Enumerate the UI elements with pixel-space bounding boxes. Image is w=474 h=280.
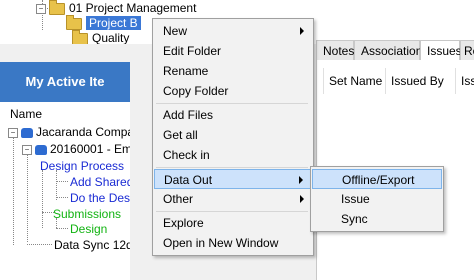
menu-separator (156, 103, 308, 104)
menu-item-edit-folder[interactable]: Edit Folder (154, 41, 312, 61)
menu-item-label: Open in New Window (163, 236, 279, 250)
collapse-icon[interactable]: − (8, 127, 18, 138)
menu-item-explore[interactable]: Explore (154, 213, 312, 233)
menu-item-get-all[interactable]: Get all (154, 125, 312, 145)
tree-line (56, 170, 57, 200)
tab-notes[interactable]: Notes (316, 40, 354, 60)
submenu-arrow-icon (300, 195, 304, 203)
project-icon (35, 144, 47, 155)
menu-item-copy-folder[interactable]: Copy Folder (154, 81, 312, 101)
name-column-header[interactable]: Name (0, 104, 130, 124)
context-menu: New Edit Folder Rename Copy Folder Add F… (152, 18, 314, 256)
tab-issues[interactable]: Issues (420, 40, 462, 60)
column-header-set-name[interactable]: Set Name (323, 68, 385, 94)
column-header-issued-by[interactable]: Issued By (385, 68, 455, 94)
menu-item-new[interactable]: New (154, 21, 312, 41)
collapse-icon[interactable]: − (36, 3, 46, 14)
tree-line (13, 135, 14, 245)
menu-item-label: Other (163, 192, 194, 206)
tree-line (27, 244, 52, 245)
submenu-arrow-icon (299, 176, 303, 184)
tree-node-label: Design (70, 222, 108, 236)
menu-separator (156, 211, 308, 212)
collapse-icon[interactable]: − (22, 144, 32, 155)
tab-overflow[interactable]: Re (460, 40, 474, 60)
tree-node-project-management[interactable]: − 01 Project Management (36, 0, 196, 16)
menu-item-label: Data Out (164, 173, 213, 187)
menu-item-check-in[interactable]: Check in (154, 145, 312, 165)
tree-node-label: Design Process (40, 159, 125, 173)
data-out-submenu: Offline/Export Issue Sync (310, 166, 444, 232)
tree-node-label: 01 Project Management (69, 1, 197, 15)
menu-item-add-files[interactable]: Add Files (154, 105, 312, 125)
tree-node-design-process[interactable]: Design Process (40, 158, 124, 174)
active-items-header: My Active Ite (0, 62, 130, 102)
tree-node-project-b[interactable]: Project B (66, 14, 141, 31)
detail-tabs: Notes Associations Issues Re (316, 40, 474, 60)
tree-node-design[interactable]: Design (70, 221, 107, 237)
menu-item-open-new-window[interactable]: Open in New Window (154, 233, 312, 253)
menu-item-label: Rename (163, 64, 209, 78)
tree-line (27, 152, 28, 242)
tree-line (56, 228, 68, 229)
tree-node-label: Submissions (53, 207, 122, 221)
tab-associations[interactable]: Associations (354, 40, 428, 60)
folder-icon (49, 0, 65, 15)
menu-separator (156, 167, 308, 168)
horizontal-scrollbar[interactable] (0, 44, 130, 63)
menu-item-label: New (163, 24, 188, 38)
tree-line (56, 181, 68, 182)
submenu-item-issue[interactable]: Issue (312, 189, 442, 209)
menu-item-other[interactable]: Other (154, 189, 312, 209)
tree-node-label-selected: Project B (86, 16, 141, 30)
tree-node-submissions[interactable]: Submissions (53, 206, 121, 222)
menu-item-label: Check in (163, 148, 210, 162)
menu-item-data-out[interactable]: Data Out (154, 169, 312, 189)
tree-node-label: Quality (92, 31, 130, 45)
menu-item-label: Add Files (163, 108, 214, 122)
menu-item-label: Explore (163, 216, 204, 230)
folder-icon (66, 14, 82, 30)
menu-item-label: Copy Folder (163, 84, 229, 98)
menu-item-label: Get all (163, 128, 198, 142)
tree-node-company[interactable]: − Jacaranda Company (8, 124, 147, 140)
menu-item-label: Edit Folder (163, 44, 222, 58)
tree-line (56, 197, 68, 198)
company-icon (21, 127, 33, 138)
submenu-item-offline-export[interactable]: Offline/Export (312, 169, 442, 189)
menu-item-rename[interactable]: Rename (154, 61, 312, 81)
submenu-arrow-icon (300, 27, 304, 35)
submenu-item-sync[interactable]: Sync (312, 209, 442, 229)
tree-line (42, 170, 43, 228)
column-header-issued[interactable]: Issued (455, 68, 474, 94)
